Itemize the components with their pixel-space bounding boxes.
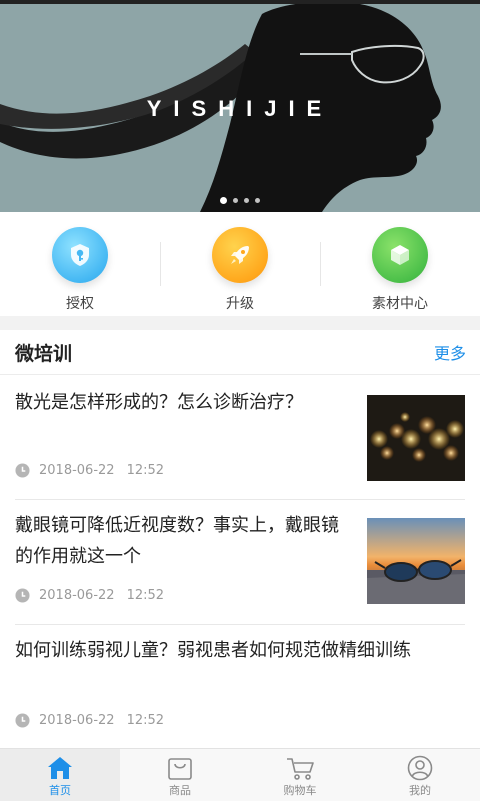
quick-item-label: 授权 bbox=[66, 296, 94, 312]
quick-item-label: 素材中心 bbox=[372, 296, 428, 312]
article-meta: 2018-06-22 12:52 bbox=[15, 713, 164, 728]
tab-cart[interactable]: 购物车 bbox=[240, 749, 360, 801]
article-item[interactable]: 戴眼镜可降低近视度数？事实上，戴眼镜的作用就这一个 2018-06-22 12:… bbox=[15, 500, 465, 625]
article-date: 2018-06-22 bbox=[39, 463, 115, 478]
cube-icon bbox=[372, 227, 428, 283]
tab-label: 我的 bbox=[409, 784, 431, 797]
carousel-dot[interactable] bbox=[255, 198, 260, 203]
article-title: 散光是怎样形成的？怎么诊断治疗？ bbox=[15, 392, 303, 413]
section-title: 微培训 bbox=[15, 342, 73, 365]
tab-mine[interactable]: 我的 bbox=[360, 749, 480, 801]
clock-icon bbox=[15, 588, 30, 603]
article-time: 12:52 bbox=[126, 713, 165, 728]
banner-title: YISHIJIE bbox=[146, 96, 334, 121]
article-meta: 2018-06-22 12:52 bbox=[15, 588, 164, 603]
article-title: 戴眼镜可降低近视度数？事实上，戴眼镜的作用就这一个 bbox=[15, 515, 339, 567]
tab-products[interactable]: 商品 bbox=[120, 749, 240, 801]
article-date: 2018-06-22 bbox=[39, 588, 115, 603]
home-icon bbox=[48, 757, 72, 779]
more-link[interactable]: 更多 bbox=[434, 340, 466, 364]
key-shield-icon bbox=[52, 227, 108, 283]
article-item[interactable]: 散光是怎样形成的？怎么诊断治疗？ 2018-06-22 12:52 bbox=[15, 375, 465, 500]
bottom-tab-bar: 首页 商品 购物车 我的 bbox=[0, 748, 480, 801]
tab-label: 商品 bbox=[169, 784, 191, 797]
banner-carousel[interactable]: YISHIJIE bbox=[0, 4, 480, 212]
clock-icon bbox=[15, 463, 30, 478]
clock-icon bbox=[15, 713, 30, 728]
quick-item-label: 升级 bbox=[226, 296, 254, 312]
carousel-indicator bbox=[0, 197, 480, 204]
training-section: 微培训 更多 散光是怎样形成的？怎么诊断治疗？ 2018-06-22 12:52 bbox=[0, 330, 480, 748]
carousel-dot[interactable] bbox=[233, 198, 238, 203]
user-icon bbox=[407, 755, 433, 781]
article-time: 12:52 bbox=[126, 588, 165, 603]
article-title: 如何训练弱视儿童？弱视患者如何规范做精细训练 bbox=[15, 640, 411, 661]
carousel-dot[interactable] bbox=[244, 198, 249, 203]
article-thumbnail bbox=[367, 518, 465, 604]
article-thumbnail bbox=[367, 395, 465, 481]
section-header: 微培训 更多 bbox=[0, 330, 480, 375]
quick-item-upgrade[interactable]: 升级 bbox=[160, 212, 320, 316]
article-time: 12:52 bbox=[126, 463, 165, 478]
quick-item-materials[interactable]: 素材中心 bbox=[320, 212, 480, 316]
carousel-dot[interactable] bbox=[220, 197, 227, 204]
article-item[interactable]: 如何训练弱视儿童？弱视患者如何规范做精细训练 2018-06-22 12:52 bbox=[15, 625, 465, 748]
tab-label: 首页 bbox=[49, 784, 71, 797]
bag-icon bbox=[168, 758, 192, 780]
article-date: 2018-06-22 bbox=[39, 713, 115, 728]
article-meta: 2018-06-22 12:52 bbox=[15, 463, 164, 478]
tab-label: 购物车 bbox=[283, 784, 317, 797]
quick-menu: 授权 升级 素材中心 bbox=[0, 212, 480, 316]
rocket-icon bbox=[212, 227, 268, 283]
tab-home[interactable]: 首页 bbox=[0, 749, 120, 801]
cart-icon bbox=[287, 758, 314, 780]
quick-item-authorize[interactable]: 授权 bbox=[0, 212, 160, 316]
